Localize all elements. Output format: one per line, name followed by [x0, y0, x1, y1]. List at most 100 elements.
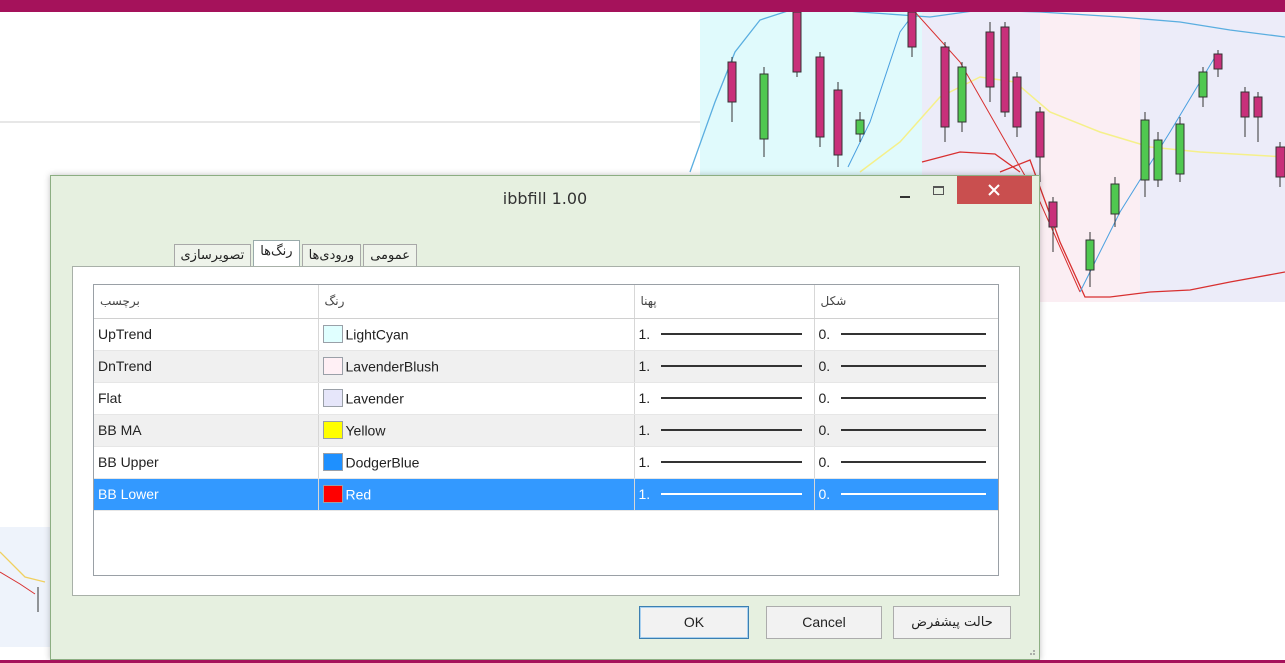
- column-header-width[interactable]: پهنا: [634, 285, 815, 319]
- row-width-cell[interactable]: 1.: [634, 350, 815, 383]
- row-style-cell[interactable]: 0.: [814, 414, 998, 447]
- minimize-icon: [900, 196, 910, 198]
- style-value: 0.: [818, 486, 831, 502]
- row-width-cell[interactable]: 1.: [634, 382, 815, 415]
- line-preview: [660, 365, 802, 367]
- table-row[interactable]: BB Lower Red 1. 0.: [94, 478, 998, 511]
- color-name: LavenderBlush: [345, 358, 439, 375]
- color-swatch: [322, 325, 343, 344]
- width-selector: 1.: [639, 422, 810, 438]
- color-swatch: [322, 357, 343, 376]
- row-style-cell[interactable]: 0.: [814, 350, 998, 383]
- row-color-cell[interactable]: Lavender: [318, 382, 635, 415]
- table-header-row: برچسب رنگ پهنا شکل: [94, 285, 998, 319]
- row-color-cell[interactable]: DodgerBlue: [318, 446, 635, 479]
- width-selector: 1.: [639, 486, 810, 502]
- properties-dialog: ibbfill 1.00 عمومیورودی‌هارنگ‌هاتصویرساز…: [50, 175, 1040, 660]
- line-preview: [660, 333, 802, 335]
- colors-table-container: برچسب رنگ پهنا شکل UpTrend LightCyan 1. 0. D…: [93, 284, 999, 576]
- color-swatch: [322, 453, 343, 472]
- row-color-cell[interactable]: Yellow: [318, 414, 635, 447]
- line-preview: [660, 493, 802, 495]
- row-label-cell[interactable]: DnTrend: [94, 350, 319, 383]
- close-button[interactable]: [957, 176, 1032, 204]
- color-name: Yellow: [345, 422, 386, 439]
- style-value: 0.: [818, 454, 831, 470]
- row-width-cell[interactable]: 1.: [634, 414, 815, 447]
- reset-defaults-button[interactable]: حالت پیشفرض: [893, 606, 1011, 639]
- row-color-cell[interactable]: LightCyan: [318, 318, 635, 351]
- tab-colors[interactable]: رنگ‌ها: [253, 240, 300, 267]
- tab-visualization[interactable]: تصویرسازی: [173, 244, 252, 266]
- row-label-cell[interactable]: UpTrend: [94, 318, 319, 351]
- row-label-cell[interactable]: BB MA: [94, 414, 319, 447]
- line-preview: [840, 397, 986, 399]
- tab-inputs[interactable]: ورودی‌ها: [301, 244, 362, 266]
- style-value: 0.: [818, 358, 831, 374]
- width-selector: 1.: [639, 390, 810, 406]
- style-selector: 0.: [819, 486, 995, 502]
- width-selector: 1.: [639, 326, 810, 342]
- style-selector: 0.: [819, 454, 995, 470]
- color-name: LightCyan: [345, 326, 409, 343]
- minimize-button[interactable]: [889, 176, 921, 206]
- top-accent-bar: [0, 0, 1285, 12]
- style-value: 0.: [818, 326, 831, 342]
- table-row[interactable]: UpTrend LightCyan 1. 0.: [94, 318, 998, 351]
- width-selector: 1.: [639, 454, 810, 470]
- color-swatch: [322, 485, 343, 504]
- column-header-label[interactable]: برچسب: [94, 285, 319, 319]
- row-label-cell[interactable]: BB Lower: [94, 478, 319, 511]
- line-preview: [660, 461, 802, 463]
- dialog-titlebar[interactable]: ibbfill 1.00: [51, 176, 1039, 226]
- table-row[interactable]: BB Upper DodgerBlue 1. 0.: [94, 446, 998, 479]
- column-header-style[interactable]: شکل: [814, 285, 998, 319]
- line-preview: [660, 429, 802, 431]
- color-name: Lavender: [345, 390, 404, 407]
- style-selector: 0.: [819, 422, 995, 438]
- width-value: 1.: [638, 422, 651, 438]
- style-value: 0.: [818, 422, 831, 438]
- row-color-cell[interactable]: LavenderBlush: [318, 350, 635, 383]
- color-swatch: [322, 389, 343, 408]
- row-style-cell[interactable]: 0.: [814, 446, 998, 479]
- style-selector: 0.: [819, 326, 995, 342]
- color-name: Red: [345, 486, 372, 503]
- table-row[interactable]: Flat Lavender 1. 0.: [94, 382, 998, 415]
- row-width-cell[interactable]: 1.: [634, 318, 815, 351]
- width-value: 1.: [638, 326, 651, 342]
- line-preview: [840, 461, 986, 463]
- table-row[interactable]: BB MA Yellow 1. 0.: [94, 414, 998, 447]
- row-width-cell[interactable]: 1.: [634, 446, 815, 479]
- line-preview: [840, 333, 986, 335]
- line-preview: [840, 429, 986, 431]
- width-value: 1.: [638, 358, 651, 374]
- resize-grip-icon[interactable]: [1026, 646, 1036, 656]
- row-label-cell[interactable]: BB Upper: [94, 446, 319, 479]
- width-selector: 1.: [639, 358, 810, 374]
- tab-common[interactable]: عمومی: [363, 244, 417, 266]
- tab-bar: عمومیورودی‌هارنگ‌هاتصویرسازی: [77, 239, 417, 267]
- close-icon: [988, 184, 1000, 196]
- width-value: 1.: [638, 454, 651, 470]
- line-preview: [840, 365, 986, 367]
- style-value: 0.: [818, 390, 831, 406]
- row-width-cell[interactable]: 1.: [634, 478, 815, 511]
- width-value: 1.: [638, 486, 651, 502]
- maximize-icon: [933, 186, 944, 195]
- style-selector: 0.: [819, 358, 995, 374]
- colors-table: برچسب رنگ پهنا شکل UpTrend LightCyan 1. 0. D…: [94, 285, 998, 511]
- line-preview: [660, 397, 802, 399]
- row-label-cell[interactable]: Flat: [94, 382, 319, 415]
- ok-button[interactable]: OK: [639, 606, 749, 639]
- row-color-cell[interactable]: Red: [318, 478, 635, 511]
- column-header-color[interactable]: رنگ: [318, 285, 635, 319]
- line-preview: [840, 493, 986, 495]
- cancel-button[interactable]: Cancel: [766, 606, 882, 639]
- table-row[interactable]: DnTrend LavenderBlush 1. 0.: [94, 350, 998, 383]
- row-style-cell[interactable]: 0.: [814, 478, 998, 511]
- row-style-cell[interactable]: 0.: [814, 318, 998, 351]
- maximize-button[interactable]: [923, 176, 955, 206]
- row-style-cell[interactable]: 0.: [814, 382, 998, 415]
- width-value: 1.: [638, 390, 651, 406]
